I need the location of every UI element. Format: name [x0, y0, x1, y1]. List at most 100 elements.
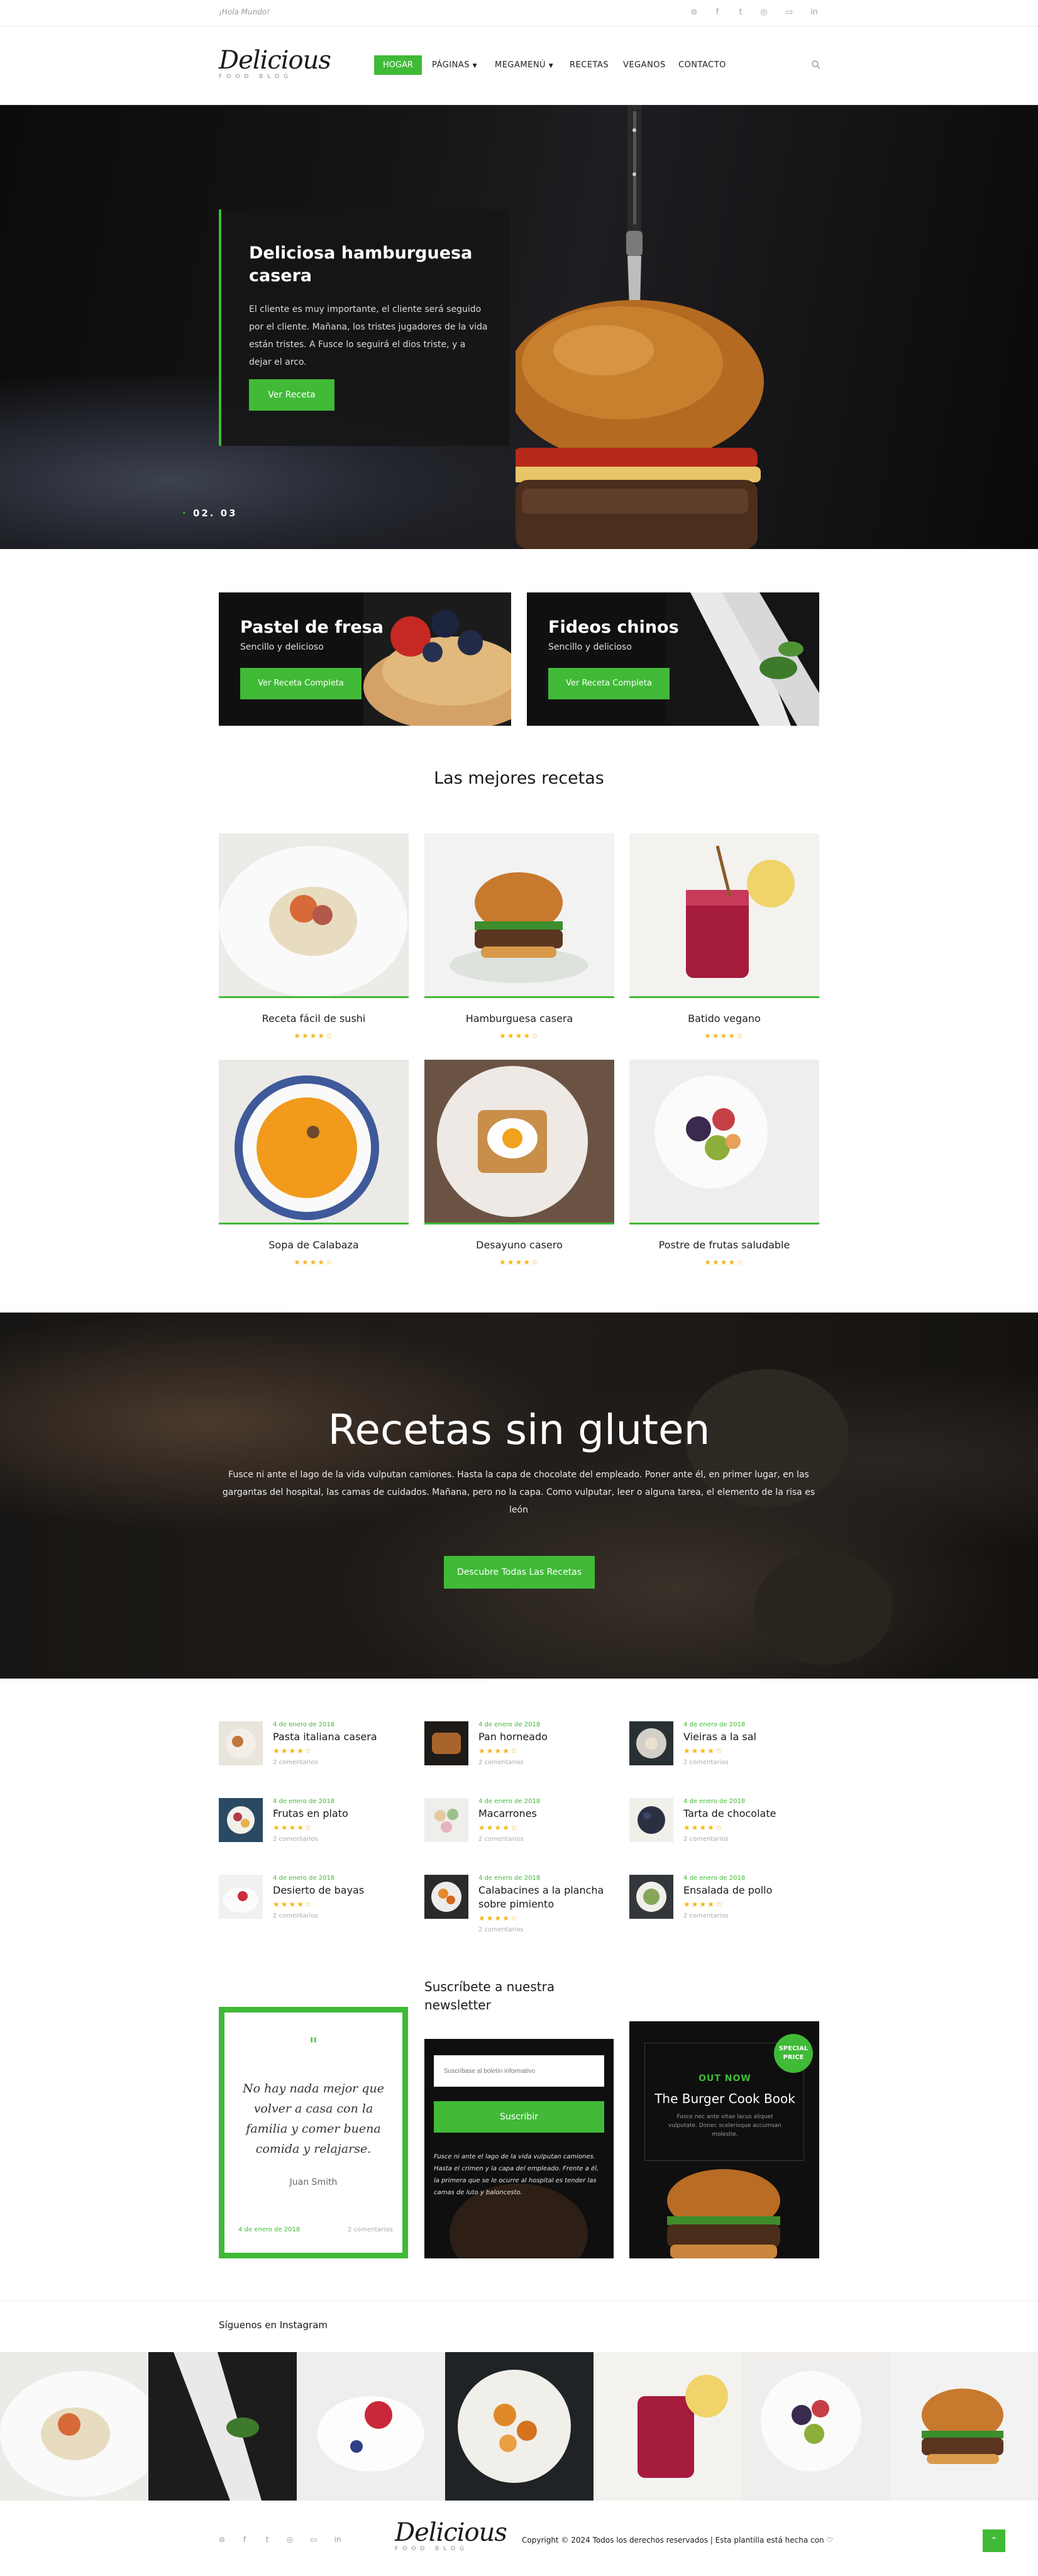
post-comments[interactable]: 2 comentarios [478, 1759, 524, 1766]
chevron-down-icon: ▼ [548, 63, 554, 69]
promo-title: Pastel de fresa [240, 618, 384, 637]
copyright-text: Copyright © 2024 Todos los derechos rese… [522, 2536, 834, 2545]
post-title[interactable]: Tarta de chocolate [683, 1807, 822, 1821]
post-title[interactable]: Vieiras a la sal [683, 1730, 822, 1744]
testimonial-quote: " No hay nada mejor que volver a casa co… [219, 2007, 408, 2258]
twitter-icon[interactable]: t [734, 8, 747, 17]
recipe-image [219, 1060, 409, 1224]
post-comments[interactable]: 2 comentarios [478, 1926, 524, 1933]
post-thumbnail [629, 1721, 673, 1765]
out-now-label: OUT NOW [698, 2074, 751, 2084]
promo-card-strawberry-cake[interactable]: Pastel de fresa Sencillo y delicioso Ver… [219, 592, 511, 726]
instagram-photo[interactable] [890, 2352, 1038, 2501]
post-item[interactable]: 4 de enero de 2018 Pasta italiana casera… [219, 1721, 407, 1778]
nav-vegans[interactable]: VEGANOS [623, 60, 666, 70]
post-title[interactable]: Macarrones [478, 1807, 617, 1821]
recipe-image [424, 1060, 614, 1224]
post-item[interactable]: 4 de enero de 2018 Tarta de chocolate ★★… [629, 1798, 818, 1855]
cookbook-ad[interactable]: OUT NOW The Burger Cook Book Fusce nec a… [629, 2021, 819, 2258]
nav-recipes[interactable]: RECETAS [570, 60, 609, 70]
behance-icon[interactable]: ▭ [783, 8, 795, 17]
rating-stars: ★★★★☆ [478, 1823, 519, 1832]
post-item[interactable]: 4 de enero de 2018 Macarrones ★★★★☆ 2 co… [424, 1798, 613, 1855]
instagram-photo[interactable] [445, 2352, 594, 2501]
post-comments[interactable]: 2 comentarios [683, 1836, 729, 1843]
linkedin-icon[interactable]: in [331, 2535, 344, 2544]
post-title[interactable]: Ensalada de pollo [683, 1884, 822, 1897]
dribbble-icon[interactable]: ◎ [758, 8, 770, 17]
linkedin-icon[interactable]: in [808, 8, 820, 17]
facebook-icon[interactable]: f [238, 2535, 251, 2544]
post-item[interactable]: 4 de enero de 2018 Desierto de bayas ★★★… [219, 1875, 407, 1931]
slider-pager[interactable]: · 02. 03 [182, 508, 238, 519]
promo-card-chinese-noodles[interactable]: Fideos chinos Sencillo y delicioso Ver R… [527, 592, 819, 726]
post-title[interactable]: Pasta italiana casera [273, 1730, 411, 1744]
post-title[interactable]: Pan horneado [478, 1730, 617, 1744]
dribbble-icon[interactable]: ◎ [284, 2535, 296, 2544]
subscribe-button[interactable]: Suscribir [434, 2101, 604, 2133]
post-date: 4 de enero de 2018 [273, 1798, 335, 1805]
nav-contact[interactable]: CONTACTO [678, 60, 726, 70]
facebook-icon[interactable]: f [711, 8, 724, 17]
post-item[interactable]: 4 de enero de 2018 Ensalada de pollo ★★★… [629, 1875, 818, 1931]
pinterest-icon[interactable]: ⊚ [688, 8, 700, 17]
rating-stars: ★★★★☆ [704, 1258, 744, 1267]
post-comments[interactable]: 2 comentarios [273, 1836, 318, 1843]
back-to-top-button[interactable]: ⌃ [983, 2529, 1005, 2552]
post-item[interactable]: 4 de enero de 2018 Frutas en plato ★★★★☆… [219, 1798, 407, 1855]
post-comments[interactable]: 2 comentarios [683, 1913, 729, 1919]
recipe-image [629, 833, 819, 998]
post-date: 4 de enero de 2018 [478, 1875, 541, 1882]
logo[interactable]: Delicious FOOD BLOG [219, 46, 331, 80]
post-comments[interactable]: 2 comentarios [478, 1836, 524, 1843]
post-item[interactable]: 4 de enero de 2018 Pan horneado ★★★★☆ 2 … [424, 1721, 613, 1778]
hero-slider: Deliciosa hamburguesa casera El cliente … [0, 105, 1038, 549]
post-title[interactable]: Desierto de bayas [273, 1884, 411, 1897]
post-comments[interactable]: 2 comentarios [683, 1759, 729, 1766]
rating-stars: ★★★★☆ [478, 1914, 519, 1923]
rating-stars: ★★★★☆ [294, 1258, 334, 1267]
post-title[interactable]: Frutas en plato [273, 1807, 411, 1821]
pinterest-icon[interactable]: ⊚ [216, 2535, 228, 2544]
view-recipe-button[interactable]: Ver Receta [249, 379, 334, 411]
post-comments[interactable]: 2 comentarios [273, 1759, 318, 1766]
recipe-name: Receta fácil de sushi [262, 1013, 366, 1024]
post-comments[interactable]: 2 comentarios [273, 1913, 318, 1919]
rating-stars: ★★★★☆ [683, 1900, 724, 1909]
site-header: Delicious FOOD BLOG HOGAR PÁGINAS ▼ MEGA… [0, 27, 1038, 105]
instagram-photo[interactable] [148, 2352, 297, 2501]
post-thumbnail [424, 1721, 468, 1765]
quote-comments[interactable]: 2 comentarios [348, 2226, 393, 2233]
footer-logo[interactable]: Delicious FOOD BLOG [395, 2518, 507, 2552]
instagram-photo[interactable] [297, 2352, 445, 2501]
recipe-image [424, 833, 614, 998]
post-title[interactable]: Calabacines a la plancha sobre pimiento [478, 1884, 617, 1911]
recipe-name: Desayuno casero [476, 1239, 563, 1251]
nav-pages[interactable]: PÁGINAS ▼ [432, 60, 477, 70]
discover-all-recipes-button[interactable]: Descubre Todas Las Recetas [444, 1556, 595, 1589]
view-full-recipe-button[interactable]: Ver Receta Completa [548, 668, 670, 699]
nav-megamenu[interactable]: MEGAMENÚ ▼ [495, 60, 553, 70]
twitter-icon[interactable]: t [261, 2535, 273, 2544]
special-price-badge: SPECIAL PRICE [774, 2034, 813, 2073]
instagram-photo[interactable] [594, 2352, 742, 2501]
search-icon[interactable] [811, 60, 821, 70]
muffin-decoration [754, 1552, 893, 1665]
behance-icon[interactable]: ▭ [307, 2535, 320, 2544]
post-item[interactable]: 4 de enero de 2018 Calabacines a la plan… [424, 1875, 613, 1933]
post-item[interactable]: 4 de enero de 2018 Vieiras a la sal ★★★★… [629, 1721, 818, 1778]
nav-home[interactable]: HOGAR [374, 55, 422, 75]
rating-stars: ★★★★☆ [273, 1900, 313, 1909]
footer-logo-text: Delicious [395, 2518, 507, 2547]
post-thumbnail [629, 1798, 673, 1842]
post-date: 4 de enero de 2018 [273, 1721, 335, 1728]
instagram-photo[interactable] [0, 2352, 148, 2501]
recipe-name: Batido vegano [688, 1013, 761, 1024]
instagram-photo[interactable] [742, 2352, 890, 2501]
post-date: 4 de enero de 2018 [478, 1721, 541, 1728]
post-date: 4 de enero de 2018 [683, 1721, 746, 1728]
newsletter-email-input[interactable] [434, 2055, 604, 2087]
rating-stars: ★★★★☆ [683, 1746, 724, 1755]
view-full-recipe-button[interactable]: Ver Receta Completa [240, 668, 362, 699]
top-bar: ¡Hola Mundo! ⊚ f t ◎ ▭ in [0, 0, 1038, 26]
